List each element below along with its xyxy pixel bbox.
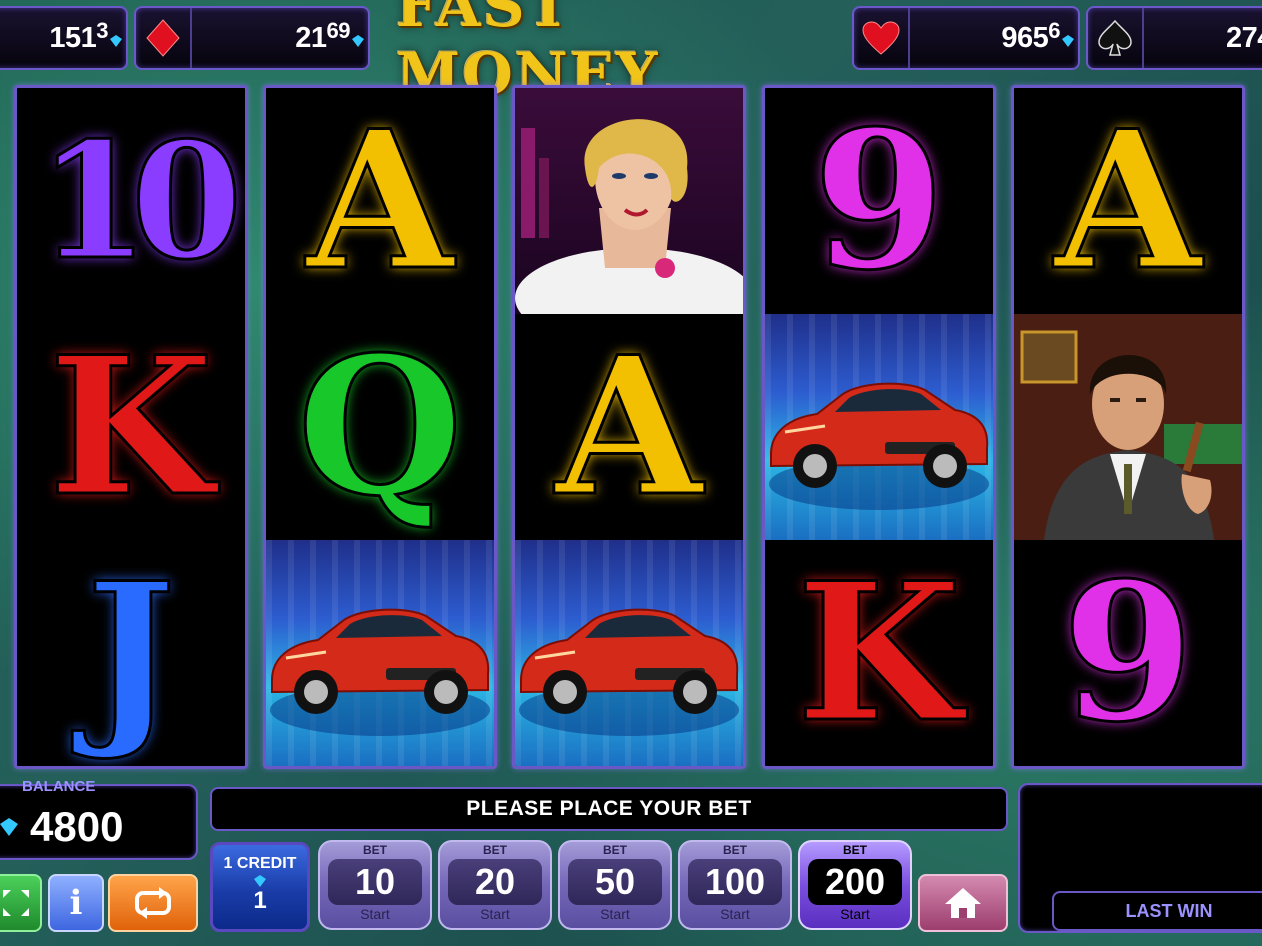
jackpot-heart: 9656	[852, 6, 1080, 70]
symbol-label: 9	[1060, 541, 1195, 764]
bet-value: 200	[808, 859, 902, 905]
symbol-a: A	[266, 88, 494, 314]
symbol-label: K	[795, 541, 963, 764]
reel-1: 10 K J	[14, 85, 248, 769]
symbol-car	[765, 314, 993, 540]
game-title: FAST MONEY	[396, 0, 660, 108]
autoplay-icon	[135, 887, 171, 919]
jackpot-heart-value: 9656	[1001, 18, 1060, 54]
bet-label: BET	[723, 843, 747, 857]
fullscreen-icon	[3, 890, 29, 916]
bet-start-label: Start	[600, 906, 630, 922]
symbol-label: 10	[36, 107, 244, 295]
credit-label: 1 CREDIT	[223, 855, 297, 872]
symbol-label: K	[47, 315, 215, 538]
bet-value: 20	[448, 859, 542, 905]
jackpot-club-value: 1513	[49, 18, 108, 54]
home-icon	[945, 888, 981, 918]
bet-value: 100	[688, 859, 782, 905]
last-win-label: LAST WIN	[1052, 891, 1262, 931]
diamond-gem-icon	[0, 818, 18, 836]
bet-start-label: Start	[360, 906, 390, 922]
bet-start-label: Start	[840, 906, 870, 922]
bet-label: BET	[483, 843, 507, 857]
symbol-label: A	[554, 315, 704, 538]
symbol-k: K	[17, 314, 245, 540]
bet-button-20[interactable]: BET 20 Start	[438, 840, 552, 930]
status-message: PLEASE PLACE YOUR BET	[210, 787, 1008, 831]
bet-start-label: Start	[480, 906, 510, 922]
diamond-gem-icon	[254, 875, 266, 887]
diamond-gem-icon	[1062, 35, 1074, 47]
fullscreen-button[interactable]	[0, 874, 42, 932]
jackpot-spade: 274	[1086, 6, 1262, 70]
symbol-10: 10	[17, 88, 245, 314]
credit-button[interactable]: 1 CREDIT 1	[210, 842, 310, 932]
bet-button-200[interactable]: BET 200 Start	[798, 840, 912, 930]
balance-label: BALANCE	[22, 778, 96, 795]
bet-label: BET	[603, 843, 627, 857]
symbol-k: K	[765, 540, 993, 766]
symbol-a: A	[1014, 88, 1242, 314]
home-button[interactable]	[918, 874, 1008, 932]
symbol-label: A	[305, 89, 455, 312]
reel-3: A	[512, 85, 746, 769]
bet-value: 50	[568, 859, 662, 905]
symbol-car	[515, 540, 743, 766]
symbol-label: A	[1053, 89, 1203, 312]
autoplay-button[interactable]	[108, 874, 198, 932]
bet-start-label: Start	[720, 906, 750, 922]
reel-4: 9 K	[762, 85, 996, 769]
diamond-gem-icon	[352, 35, 364, 47]
info-button[interactable]: i	[48, 874, 104, 932]
symbol-9: 9	[1014, 540, 1242, 766]
spade-suit-icon	[1098, 20, 1132, 56]
bet-label: BET	[843, 843, 867, 857]
bet-button-10[interactable]: BET 10 Start	[318, 840, 432, 930]
symbol-9: 9	[765, 88, 993, 314]
symbol-label: Q	[296, 315, 465, 538]
jackpot-spade-value: 274	[1226, 22, 1262, 54]
jackpot-club: 1513	[0, 6, 128, 70]
diamond-suit-icon	[146, 19, 180, 57]
symbol-man	[1014, 314, 1242, 540]
symbol-car	[266, 540, 494, 766]
bet-button-100[interactable]: BET 100 Start	[678, 840, 792, 930]
balance-value: 4800	[30, 803, 124, 850]
bet-button-50[interactable]: BET 50 Start	[558, 840, 672, 930]
symbol-j: J	[17, 540, 245, 766]
bet-value: 10	[328, 859, 422, 905]
symbol-woman	[515, 88, 743, 314]
symbol-q: Q	[266, 314, 494, 540]
symbol-label: J	[85, 541, 178, 764]
info-icon: i	[69, 883, 83, 923]
diamond-gem-icon	[110, 35, 122, 47]
credit-value: 1	[253, 887, 267, 914]
jackpot-diamond: 2169	[134, 6, 370, 70]
symbol-a: A	[515, 314, 743, 540]
reel-5: A 9	[1011, 85, 1245, 769]
reel-2: AQ	[263, 85, 497, 769]
heart-suit-icon	[862, 21, 900, 55]
bet-label: BET	[363, 843, 387, 857]
jackpot-diamond-value: 2169	[295, 18, 350, 54]
symbol-label: 9	[811, 89, 946, 312]
